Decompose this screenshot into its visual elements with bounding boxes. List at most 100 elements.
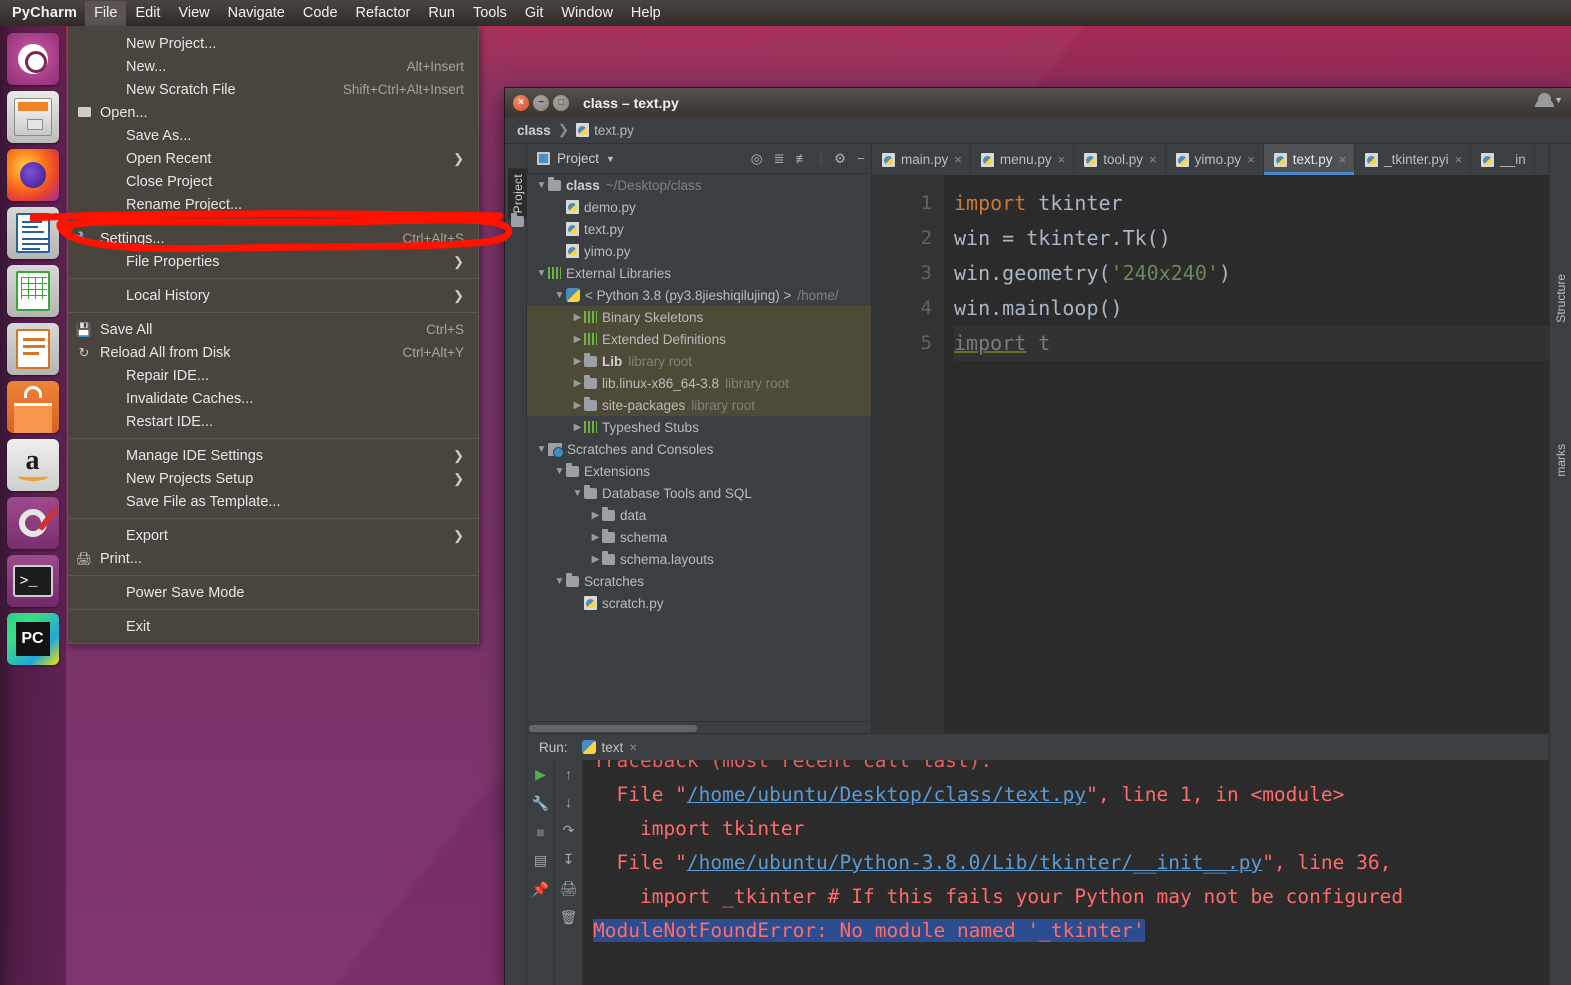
editor-body[interactable]: 1 2 3 4 5 import tkinter win = tkinter.Tk() wi… — [872, 175, 1549, 733]
file-menu-item-new[interactable]: New... Alt+Insert — [68, 55, 478, 78]
file-menu-item-rename-project[interactable]: Rename Project... — [68, 193, 478, 216]
tree-item[interactable]: ▶ Extended Definitions — [527, 328, 871, 350]
chevron-down-icon[interactable]: ▼ — [553, 576, 566, 587]
firefox-icon[interactable] — [6, 149, 59, 201]
chevron-right-icon[interactable]: ▶ — [571, 422, 584, 433]
scrollbar-thumb[interactable] — [529, 725, 697, 732]
ubuntu-dash-icon[interactable] — [6, 33, 59, 85]
run-console-output[interactable]: Traceback (most recent call last): File … — [583, 760, 1549, 985]
editor-tab-yimo-py[interactable]: yimo.py × — [1166, 144, 1264, 175]
system-settings-icon[interactable] — [6, 497, 59, 549]
soft-wrap-icon[interactable]: ↷ — [563, 822, 575, 839]
file-menu-item-file-properties[interactable]: File Properties ❯ — [68, 250, 478, 273]
file-menu-item-repair-ide[interactable]: Repair IDE... — [68, 364, 478, 387]
scroll-down-icon[interactable]: ↓ — [565, 794, 572, 810]
chevron-down-icon[interactable]: ▼ — [535, 180, 548, 191]
menu-run[interactable]: Run — [419, 1, 464, 26]
file-menu-item-close-project[interactable]: Close Project — [68, 170, 478, 193]
tree-item[interactable]: ▶ schema.layouts — [527, 548, 871, 570]
console-selected-text[interactable]: ModuleNotFoundError: No module named '_t… — [593, 919, 1145, 942]
tool-window-tab-project[interactable]: Project — [508, 168, 528, 220]
file-menu-item-reload-all-from-disk[interactable]: ↻ Reload All from Disk Ctrl+Alt+Y — [68, 341, 478, 364]
chevron-right-icon[interactable]: ▶ — [571, 312, 584, 323]
tree-item[interactable]: ▼ < Python 3.8 (py3.8jieshiqilujing) > /ho… — [527, 284, 871, 306]
project-horizontal-scrollbar[interactable] — [527, 721, 871, 733]
tree-item[interactable]: ▶ lib.linux-x86_64-3.8 library root — [527, 372, 871, 394]
editor-tab--tkinter-pyi[interactable]: _tkinter.pyi × — [1355, 144, 1472, 175]
tree-item[interactable]: ▼ Scratches — [527, 570, 871, 592]
file-menu-item-new-scratch-file[interactable]: New Scratch File Shift+Ctrl+Alt+Insert — [68, 78, 478, 101]
chevron-down-icon[interactable]: ▼ — [535, 268, 548, 279]
file-menu-item-manage-ide-settings[interactable]: Manage IDE Settings ❯ — [68, 444, 478, 467]
chevron-right-icon[interactable]: ▶ — [571, 378, 584, 389]
file-menu-item-invalidate-caches[interactable]: Invalidate Caches... — [68, 387, 478, 410]
file-menu-item-save-all[interactable]: 💾 Save All Ctrl+S — [68, 318, 478, 341]
tree-item[interactable]: ▼ class ~/Desktop/class — [527, 174, 871, 196]
breadcrumb-project[interactable]: class — [517, 123, 551, 138]
libreoffice-calc-icon[interactable] — [6, 265, 59, 317]
tree-item[interactable]: ▶ Binary Skeletons — [527, 306, 871, 328]
maximize-icon[interactable]: □ — [553, 94, 569, 111]
file-menu-item-restart-ide[interactable]: Restart IDE... — [68, 410, 478, 433]
menu-git[interactable]: Git — [516, 1, 553, 26]
close-icon[interactable]: × — [629, 740, 637, 755]
gear-icon[interactable]: ⚙ — [834, 151, 846, 167]
minimize-icon[interactable]: − — [533, 94, 549, 111]
file-menu-item-open-recent[interactable]: Open Recent ❯ — [68, 147, 478, 170]
editor-tab-tool-py[interactable]: tool.py × — [1074, 144, 1166, 175]
editor-tab-text-py[interactable]: text.py × — [1263, 144, 1356, 175]
tree-item[interactable]: demo.py — [527, 196, 871, 218]
menu-view[interactable]: View — [169, 1, 218, 26]
libreoffice-writer-icon[interactable] — [6, 207, 59, 259]
user-account-indicator[interactable]: ▼ — [1535, 93, 1563, 107]
chevron-down-icon[interactable]: ▼ — [553, 466, 566, 477]
console-file-link[interactable]: /home/ubuntu/Python-3.8.0/Lib/tkinter/__… — [687, 851, 1262, 874]
tree-item[interactable]: ▶ site-packages library root — [527, 394, 871, 416]
editor-tab--in[interactable]: __in — [1471, 144, 1535, 175]
chevron-down-icon[interactable]: ▼ — [535, 444, 548, 455]
file-menu-item-save-file-as-template[interactable]: Save File as Template... — [68, 490, 478, 513]
file-menu-item-power-save-mode[interactable]: Power Save Mode — [68, 581, 478, 604]
menu-code[interactable]: Code — [294, 1, 347, 26]
run-icon[interactable]: ▶ — [535, 766, 546, 783]
tool-window-tab-structure[interactable]: Structure — [1554, 274, 1568, 323]
editor-tab-menu-py[interactable]: menu.py × — [971, 144, 1075, 175]
tree-item[interactable]: ▶ Typeshed Stubs — [527, 416, 871, 438]
scroll-to-end-icon[interactable]: ↧ — [563, 851, 575, 868]
file-menu-item-exit[interactable]: Exit — [68, 615, 478, 638]
collapse-all-icon[interactable]: ≢ — [795, 151, 808, 166]
tree-item[interactable]: ▶ schema — [527, 526, 871, 548]
close-icon[interactable]: × — [1149, 152, 1157, 167]
tree-item[interactable]: ▼ Scratches and Consoles — [527, 438, 871, 460]
tree-item[interactable]: ▼ Database Tools and SQL — [527, 482, 871, 504]
file-menu-item-new-projects-setup[interactable]: New Projects Setup ❯ — [68, 467, 478, 490]
ubuntu-software-icon[interactable] — [6, 381, 59, 433]
close-icon[interactable]: × — [954, 152, 962, 167]
file-menu-item-local-history[interactable]: Local History ❯ — [68, 284, 478, 307]
menu-refactor[interactable]: Refactor — [347, 1, 420, 26]
file-menu-item-new-project[interactable]: New Project... — [68, 32, 478, 55]
terminal-icon[interactable]: >_ — [6, 555, 59, 607]
close-icon[interactable]: × — [513, 94, 529, 111]
print-icon[interactable]: 🖨 — [560, 880, 578, 897]
console-file-link[interactable]: /home/ubuntu/Desktop/class/text.py — [687, 783, 1086, 806]
file-menu-item-print[interactable]: 🖨 Print... — [68, 547, 478, 570]
hide-icon[interactable]: − — [857, 151, 865, 166]
wrench-icon[interactable]: 🔧 — [532, 795, 549, 812]
tree-item[interactable]: text.py — [527, 218, 871, 240]
locate-icon[interactable]: ◎ — [751, 151, 763, 167]
tree-item[interactable]: ▼ External Libraries — [527, 262, 871, 284]
chevron-down-icon[interactable]: ▼ — [553, 290, 566, 301]
libreoffice-impress-icon[interactable] — [6, 323, 59, 375]
stop-icon[interactable]: ■ — [536, 824, 544, 840]
close-icon[interactable]: × — [1455, 152, 1463, 167]
chevron-right-icon[interactable]: ▶ — [571, 356, 584, 367]
chevron-down-icon[interactable]: ▼ — [571, 488, 584, 499]
layout-icon[interactable]: ▤ — [534, 852, 547, 869]
project-tree[interactable]: ▼ class ~/Desktop/class demo.py text.py yimo.… — [527, 174, 871, 721]
chevron-right-icon[interactable]: ▶ — [589, 510, 602, 521]
close-icon[interactable]: × — [1058, 152, 1066, 167]
trash-icon[interactable]: 🗑 — [560, 909, 578, 926]
menu-file[interactable]: File — [85, 0, 127, 26]
tree-item[interactable]: yimo.py — [527, 240, 871, 262]
